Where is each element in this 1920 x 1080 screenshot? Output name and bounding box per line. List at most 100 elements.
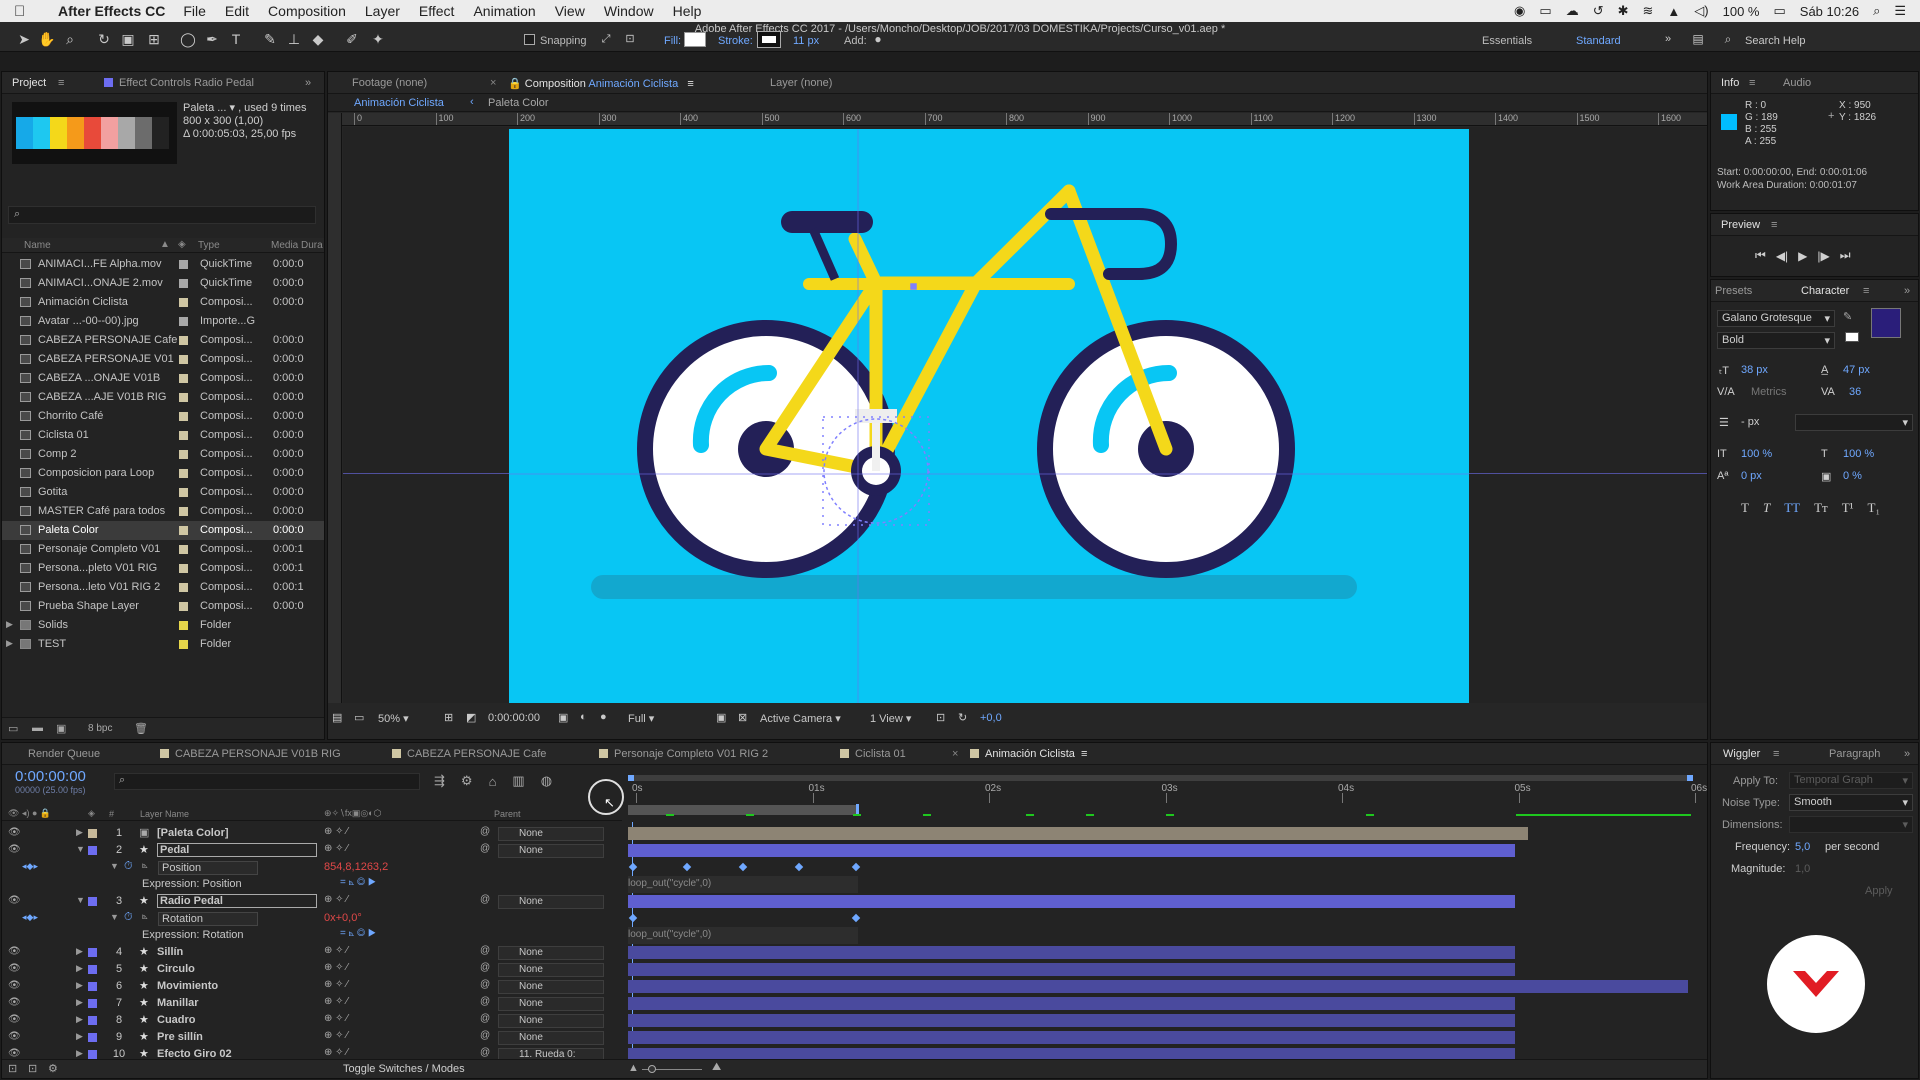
expression-controls-icon[interactable]: = ⦝ ◎ ▶ xyxy=(340,877,376,888)
project-item[interactable]: ANIMACI...FE Alpha.mov QuickTime 0:00:0 xyxy=(2,255,324,274)
next-frame-icon[interactable]: |▶ xyxy=(1817,249,1829,263)
hand-tool-icon[interactable]: ✋ xyxy=(38,31,55,47)
tab-cabeza-v01b-rig[interactable]: CABEZA PERSONAJE V01B RIG xyxy=(160,748,341,760)
viewer-timecode[interactable]: 0:00:00:00 xyxy=(488,712,540,724)
motion-blur-icon[interactable]: ◍ xyxy=(541,773,552,789)
layer-duration-bar[interactable] xyxy=(628,963,1515,976)
show-snapshot-icon[interactable]: ◐ xyxy=(580,711,587,723)
graph-icon[interactable]: ⦝ xyxy=(142,911,148,922)
keyframe[interactable] xyxy=(851,913,861,923)
layer-label-color[interactable] xyxy=(88,999,97,1008)
comp-pasteboard[interactable] xyxy=(343,127,1707,703)
fill-color-swatch[interactable] xyxy=(1871,308,1901,338)
visibility-eye-icon[interactable]: 👁 xyxy=(8,1031,21,1042)
tab-personaje-completo[interactable]: Personaje Completo V01 RIG 2 xyxy=(599,748,768,760)
parent-pickwhip-icon[interactable]: @ xyxy=(480,962,490,973)
horizontal-scale-value[interactable]: 100 % xyxy=(1843,448,1874,460)
leading-value[interactable]: 47 px xyxy=(1843,364,1870,376)
label-col-icon[interactable]: ◈ xyxy=(178,239,186,250)
frequency-value[interactable]: 5,0 xyxy=(1795,841,1810,853)
label-color-swatch[interactable] xyxy=(179,507,188,516)
expand-layer-icon[interactable]: ▶ xyxy=(76,1014,83,1025)
layer-switches[interactable]: ⊕ ✧ ⁄ xyxy=(324,996,348,1007)
parent-select[interactable]: None xyxy=(498,844,604,858)
tab-animacion-ciclista[interactable]: Animación Ciclista ≡ xyxy=(970,748,1087,760)
menu-window[interactable]: Window xyxy=(604,3,654,19)
roto-tool-icon[interactable]: ✐ xyxy=(344,31,360,47)
layer-switches[interactable]: ⊕ ✧ ⁄ xyxy=(324,843,348,854)
snap-features-icon[interactable]: ⊡ xyxy=(622,31,638,47)
menu-composition[interactable]: Composition xyxy=(268,3,346,19)
menu-animation[interactable]: Animation xyxy=(473,3,535,19)
tab-cabeza-cafe[interactable]: CABEZA PERSONAJE Cafe xyxy=(392,748,546,760)
visibility-eye-icon[interactable]: 👁 xyxy=(8,827,21,838)
label-col-icon[interactable]: ◈ xyxy=(88,808,95,819)
clock[interactable]: Sáb 10:26 xyxy=(1800,4,1859,19)
label-color-swatch[interactable] xyxy=(179,526,188,535)
timeline-layer[interactable]: 👁 ▶ 9 ★ Pre sillín ⊕ ✧ ⁄ @ None xyxy=(2,1029,622,1046)
label-color-swatch[interactable] xyxy=(179,602,188,611)
panel-overflow-icon[interactable]: » xyxy=(1904,285,1910,297)
region-of-interest-icon[interactable]: ▭ xyxy=(354,711,364,724)
visibility-eye-icon[interactable]: 👁 xyxy=(8,844,21,855)
search-help-icon[interactable]: ⌕ xyxy=(1720,31,1736,47)
parent-pickwhip-icon[interactable]: @ xyxy=(480,996,490,1007)
label-color-swatch[interactable] xyxy=(179,298,188,307)
av-features-icon[interactable]: 👁 ◂) ● 🔒 xyxy=(8,808,51,819)
channel-icon[interactable]: ● xyxy=(600,711,607,723)
parent-pickwhip-icon[interactable]: @ xyxy=(480,826,490,837)
timeline-layer[interactable]: 👁 ▶ 8 ★ Cuadro ⊕ ✧ ⁄ @ None xyxy=(2,1012,622,1029)
expand-layer-icon[interactable]: ▶ xyxy=(76,997,83,1008)
keyframe-nav-icon[interactable]: ◂◆▸ xyxy=(22,861,38,872)
panel-overflow-icon[interactable]: » xyxy=(305,77,311,89)
apply-button[interactable]: Apply xyxy=(1865,885,1893,897)
battery-icon[interactable]: ▭ xyxy=(1773,3,1785,19)
project-item[interactable]: CABEZA ...ONAJE V01B Composi... 0:00:0 xyxy=(2,369,324,388)
layer-label-color[interactable] xyxy=(88,1050,97,1059)
project-item[interactable]: Prueba Shape Layer Composi... 0:00:0 xyxy=(2,597,324,616)
dimensions-select[interactable]: ▾ xyxy=(1789,816,1913,833)
time-ruler[interactable]: 0s 01s 02s 03s 04s 05s 06s xyxy=(628,773,1707,816)
expression-code[interactable]: loop_out("cycle",0) xyxy=(628,927,858,944)
expand-layer-icon[interactable]: ▶ xyxy=(76,980,83,991)
tab-layer[interactable]: Layer (none) xyxy=(770,77,832,89)
font-style-select[interactable]: Bold ▾ xyxy=(1717,332,1835,349)
mask-icon[interactable]: ◩ xyxy=(466,711,476,724)
timeline-timecode[interactable]: 0:00:00:00 xyxy=(15,768,86,785)
frame-blending-icon[interactable]: ▥ xyxy=(512,773,524,789)
cloud-icon[interactable]: ☁ xyxy=(1566,3,1579,19)
workspace-essentials[interactable]: Essentials xyxy=(1482,35,1532,47)
col-parent[interactable]: Parent xyxy=(494,809,521,819)
parent-pickwhip-icon[interactable]: @ xyxy=(480,894,490,905)
project-item[interactable]: ▶ TEST Folder xyxy=(2,635,324,654)
menu-effect[interactable]: Effect xyxy=(419,3,455,19)
menu-edit[interactable]: Edit xyxy=(225,3,249,19)
tsume-value[interactable]: 0 % xyxy=(1843,470,1862,482)
project-item[interactable]: Gotita Composi... 0:00:0 xyxy=(2,483,324,502)
label-color-swatch[interactable] xyxy=(179,317,188,326)
layer-duration-bar[interactable] xyxy=(628,1031,1515,1044)
visibility-eye-icon[interactable]: 👁 xyxy=(8,980,21,991)
parent-pickwhip-icon[interactable]: @ xyxy=(480,1013,490,1024)
project-item[interactable]: CABEZA PERSONAJE V01 Composi... 0:00:0 xyxy=(2,350,324,369)
keyframe[interactable] xyxy=(682,862,692,872)
expand-transfer-controls-icon[interactable]: ⊡ xyxy=(28,1062,37,1075)
close-comp-tab-icon[interactable]: × xyxy=(490,77,496,89)
layer-label-color[interactable] xyxy=(88,829,97,838)
tab-paragraph[interactable]: Paragraph xyxy=(1829,748,1880,760)
tab-presets[interactable]: Presets xyxy=(1715,285,1752,297)
tab-composition[interactable]: 🔒 Composition Animación Ciclista ≡ xyxy=(508,77,694,90)
expand-property-icon[interactable]: ▼ xyxy=(110,912,119,922)
transparency-grid-icon[interactable]: ⊠ xyxy=(738,711,747,724)
nav-animacion-ciclista[interactable]: Animación Ciclista xyxy=(354,97,444,109)
menu-file[interactable]: File xyxy=(183,3,206,19)
col-name[interactable]: Name xyxy=(24,240,51,251)
play-icon[interactable]: ▶ xyxy=(1798,249,1807,263)
tab-ciclista[interactable]: Ciclista 01 xyxy=(840,748,906,760)
zoom-select[interactable]: 50% ▾ xyxy=(378,712,409,725)
work-area-bar[interactable] xyxy=(628,775,1691,781)
ground-shadow[interactable] xyxy=(591,575,1357,599)
layer-label-color[interactable] xyxy=(88,1016,97,1025)
parent-select[interactable]: None xyxy=(498,1014,604,1028)
pan-behind-tool-icon[interactable]: ⊞ xyxy=(146,31,162,47)
